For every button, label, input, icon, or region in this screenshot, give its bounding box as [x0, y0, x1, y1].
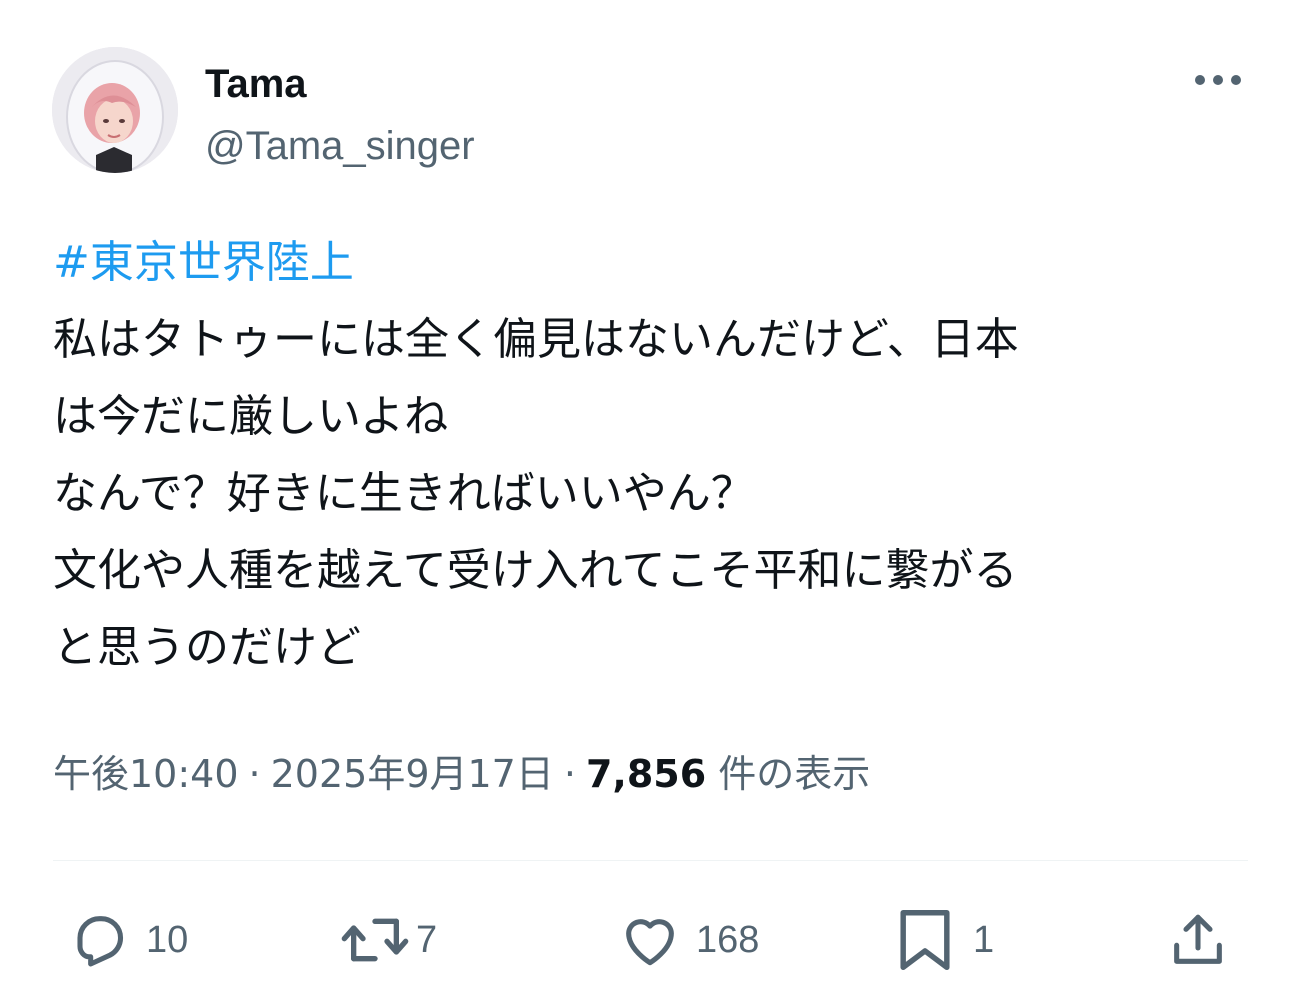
tweet-text: #東京世界陸上 私はタトゥーには全く偏見はないんだけど、日本 は今だに厳しいよね… [53, 224, 1253, 686]
reply-icon [68, 908, 132, 972]
more-options-button[interactable] [1186, 60, 1250, 100]
repost-icon [340, 908, 410, 972]
tweet-text-line: と思うのだけど [53, 622, 361, 673]
bookmark-icon [895, 906, 955, 974]
views-label: 件の表示 [718, 752, 871, 796]
bookmark-button[interactable]: 1 [895, 905, 994, 975]
repost-count: 7 [416, 918, 438, 961]
hashtag-link[interactable]: #東京世界陸上 [53, 224, 1253, 301]
tweet-date[interactable]: 2025年9月17日 [271, 752, 554, 796]
share-button[interactable] [1166, 905, 1230, 975]
tweet-card: Tama @Tama_singer #東京世界陸上 私はタトゥーには全く偏見はな… [0, 0, 1300, 1005]
tweet-text-line: は今だに厳しいよね [53, 391, 449, 442]
tweet-text-line: 文化や人種を越えて受け入れてこそ平和に繋がる [53, 545, 1018, 596]
bookmark-count: 1 [973, 918, 995, 961]
avatar-image [52, 47, 178, 173]
tweet-meta: 午後10:40 · 2025年9月17日 · 7,856 件の表示 [53, 746, 870, 802]
like-button[interactable]: 168 [618, 905, 759, 975]
heart-icon [618, 908, 682, 972]
share-icon [1166, 908, 1230, 972]
tweet-text-line: 私はタトゥーには全く偏見はないんだけど、日本 [53, 314, 1019, 365]
views-count[interactable]: 7,856 [586, 752, 706, 796]
tweet-text-line: なんで？好きに生きればいいやん？ [53, 468, 755, 519]
tweet-time[interactable]: 午後10:40 [53, 752, 239, 796]
user-handle[interactable]: @Tama_singer [205, 122, 475, 170]
avatar[interactable] [52, 47, 178, 173]
meta-separator: · [563, 752, 576, 796]
reply-count: 10 [146, 918, 189, 961]
display-name[interactable]: Tama [205, 60, 307, 108]
repost-button[interactable]: 7 [340, 905, 437, 975]
reply-button[interactable]: 10 [68, 905, 188, 975]
like-count: 168 [696, 918, 760, 961]
meta-separator: · [248, 752, 261, 796]
more-horizontal-icon [1194, 71, 1242, 90]
divider [53, 860, 1248, 861]
